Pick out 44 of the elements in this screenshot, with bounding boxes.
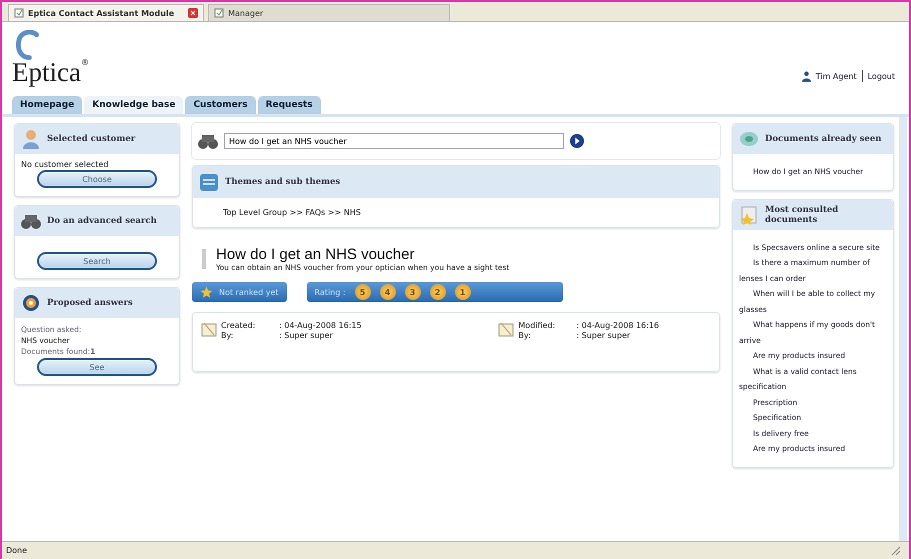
logout-link[interactable]: Logout [868, 72, 895, 80]
breadcrumb[interactable]: Top Level Group >> FAQs >> NHS [193, 198, 719, 227]
close-icon[interactable] [188, 8, 198, 18]
browser-tab[interactable]: Eptica Contact Assistant Module [8, 4, 204, 21]
user-name: Tim Agent [816, 72, 857, 80]
search-field[interactable]: How do I get an NHS voucher [224, 133, 564, 149]
author-label: By: [518, 331, 532, 341]
nav-tab[interactable]: Customers [185, 96, 256, 114]
note-icon [498, 321, 514, 337]
nav-tab[interactable]: Knowledge base [84, 96, 184, 114]
date-label: Modified: [518, 321, 556, 331]
disc-icon [739, 129, 759, 149]
panel-title: Do an advanced search [47, 216, 157, 226]
rating-label: Rating : [314, 288, 346, 296]
page-icon [214, 8, 224, 18]
person-icon [21, 129, 41, 149]
browser-tab[interactable]: Manager [208, 4, 450, 21]
panel-text: No customer selected [21, 160, 110, 169]
panel-title: Themes and sub themes [225, 177, 340, 187]
nav-tab[interactable]: Homepage [12, 96, 82, 114]
status-text: Done [6, 546, 28, 555]
panel-button[interactable]: See [37, 358, 157, 376]
author-label: By: [221, 331, 234, 341]
user-icon [802, 70, 811, 82]
panel-button[interactable]: Search [37, 252, 157, 270]
panel-title: Proposed answers [47, 298, 133, 308]
eptica-logo: Eptica$^{®}$ [12, 30, 89, 92]
panel-title: Selected customer [47, 134, 136, 144]
panel-button[interactable]: Choose [37, 170, 157, 188]
note-icon [201, 321, 217, 337]
author-value: : Super super [576, 331, 632, 341]
target-icon [21, 293, 41, 313]
page-icon [14, 8, 24, 18]
date-value: : 04-Aug-2008 16:16 [576, 321, 659, 331]
date-value: : 04-Aug-2008 16:15 [279, 321, 362, 331]
panel-title: Documents already seen [765, 134, 882, 144]
nav-tab[interactable]: Requests [258, 96, 321, 114]
go-icon[interactable] [570, 134, 584, 148]
star-icon [200, 286, 213, 298]
author-value: : Super super [279, 331, 334, 341]
date-label: Created: [221, 321, 256, 331]
answer-title: How do I get an NHS voucher [216, 246, 416, 263]
resize-grip-icon[interactable] [891, 546, 901, 556]
panel-title: Most consulted documents [765, 204, 840, 224]
